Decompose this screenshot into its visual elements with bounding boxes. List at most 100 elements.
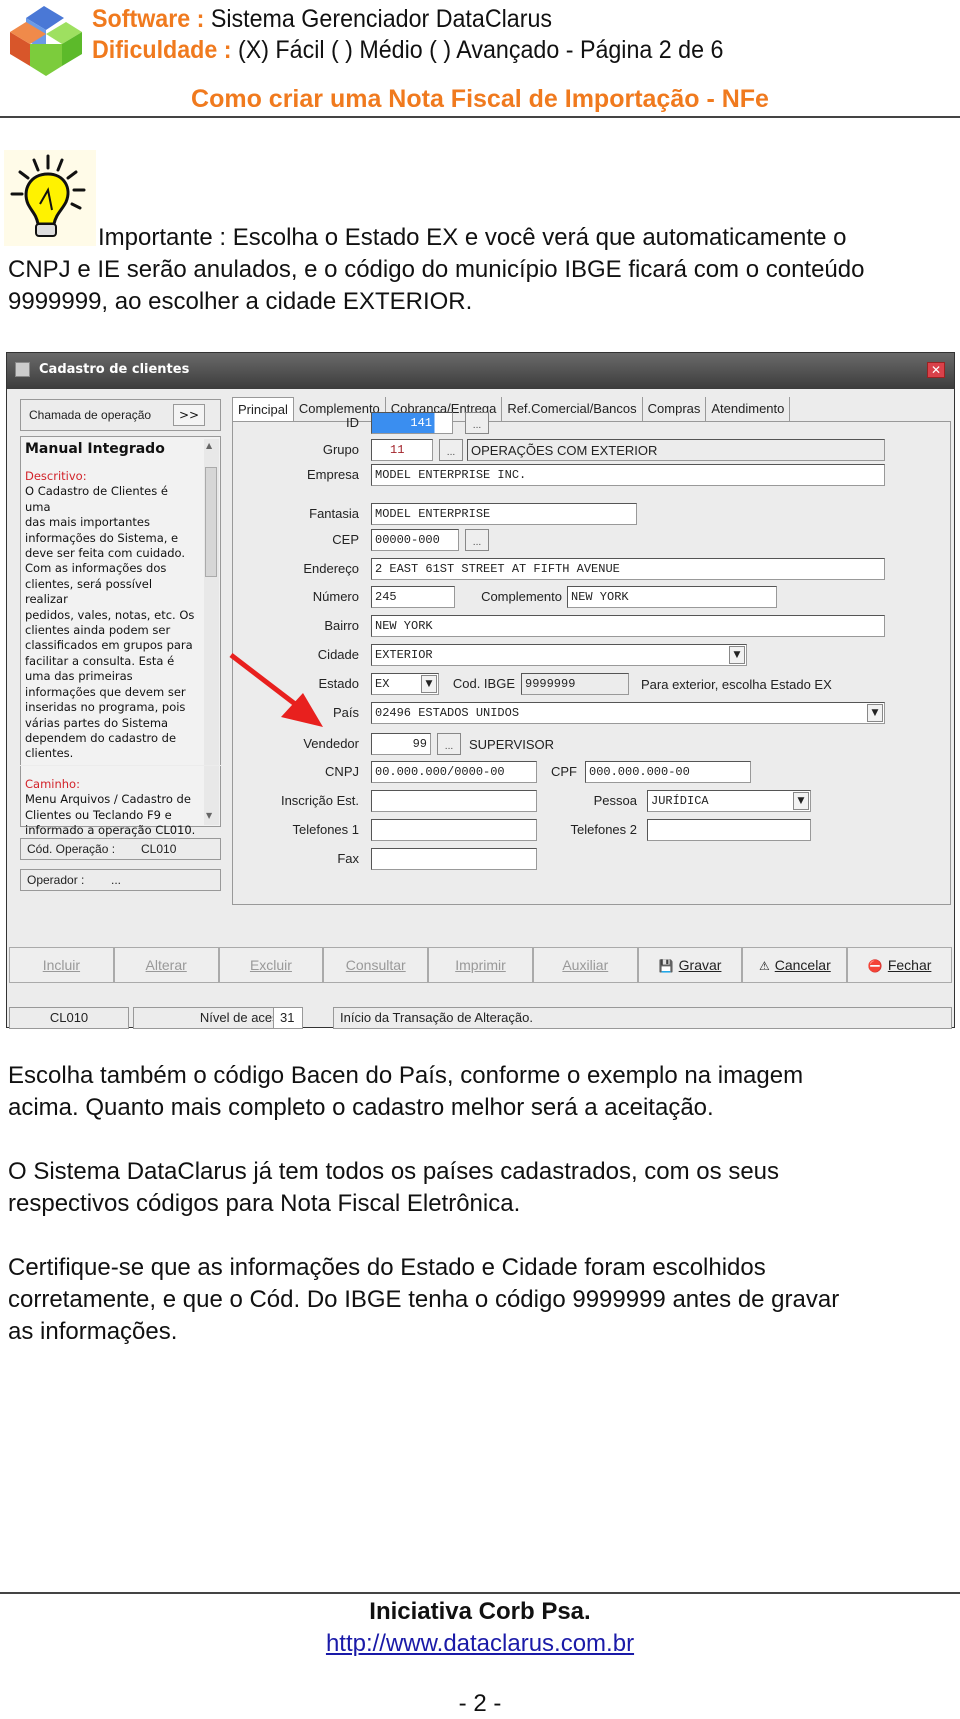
button-label: Consultar	[345, 957, 406, 973]
descritivo-line: várias partes do Sistema	[25, 715, 169, 730]
descritivo-label: Descritivo:	[25, 469, 87, 483]
cnpj-field[interactable]: 00.000.000/0000-00	[371, 761, 537, 783]
estado-dropdown-icon[interactable]: ▼	[421, 675, 437, 693]
cod-operacao-value: CL010	[141, 842, 177, 856]
button-alterar[interactable]: Alterar	[113, 947, 219, 983]
cep-field[interactable]: 00000-000	[371, 529, 459, 551]
button-label: Cancelar	[774, 957, 831, 973]
difficulty-value: (X) Fácil ( ) Médio ( ) Avançado - Págin…	[237, 36, 724, 64]
scroll-thumb[interactable]	[205, 467, 217, 577]
button-fechar[interactable]: ⛔ Fechar	[847, 947, 953, 983]
window-titlebar: Cadastro de clientes ✕	[7, 353, 954, 389]
descritivo-text: O Cadastro de Clientes é uma das mais imp…	[25, 484, 197, 761]
bairro-field[interactable]: NEW YORK	[371, 615, 885, 637]
descritivo-line: pedidos, vales, notas, etc. Os	[25, 607, 195, 622]
scroll-up-icon[interactable]: ▲	[206, 441, 212, 450]
caminho-line: informado a operação CL010.	[25, 822, 196, 837]
id-label: ID	[346, 415, 359, 430]
button-gravar[interactable]: 💾 Gravar	[637, 947, 743, 983]
paragraph-line: Certifique-se que as informações do Esta…	[8, 1254, 766, 1281]
button-incluir[interactable]: Incluir	[9, 947, 114, 983]
manual-integrado-panel: Manual Integrado Descritivo: O Cadastro …	[20, 436, 221, 837]
tab-ref-comercial-bancos[interactable]: Ref.Comercial/Bancos	[502, 397, 643, 421]
descritivo-line: informações que devem ser	[25, 684, 186, 699]
endereco-field[interactable]: 2 EAST 61ST STREET AT FIFTH AVENUE	[371, 558, 885, 580]
tab-atendimento[interactable]: Atendimento	[706, 397, 791, 421]
page-subtitle: Como criar uma Nota Fiscal de Importação…	[191, 85, 769, 113]
scroll-down-icon[interactable]: ▼	[206, 811, 212, 820]
button-label: Alterar	[145, 957, 187, 973]
id-field[interactable]: 141	[371, 412, 453, 434]
caminho-line: Clientes ou Teclando F9 e	[25, 807, 172, 822]
fax-field[interactable]	[371, 848, 537, 870]
chamada-operacao-button[interactable]: >>	[173, 404, 205, 426]
paragraph-line: Escolha também o código Bacen do País, c…	[8, 1062, 804, 1089]
cadastro-clientes-window: Cadastro de clientes ✕ Chamada de operaç…	[6, 352, 955, 1029]
tab-compras[interactable]: Compras	[643, 397, 707, 421]
descritivo-line: inseridas no programa, pois	[25, 700, 186, 715]
footer-title: Iniciativa Corb Psa.	[369, 1598, 591, 1625]
button-auxiliar[interactable]: Auxiliar	[532, 947, 638, 983]
tip-line: Importante : Escolha o Estado EX e você …	[98, 224, 847, 251]
grupo-description: OPERAÇÕES COM EXTERIOR	[467, 439, 885, 461]
descritivo-line: clientes.	[25, 746, 74, 761]
tip-line: CNPJ e IE serão anulados, e o código do …	[8, 256, 865, 283]
vendedor-field[interactable]: 99	[371, 733, 431, 755]
manual-title: Manual Integrado	[25, 441, 165, 457]
cidade-dropdown-icon[interactable]: ▼	[729, 646, 745, 664]
software-line: Software : Sistema Gerenciador DataClaru…	[92, 4, 552, 34]
pais-dropdown-icon[interactable]: ▼	[867, 704, 883, 722]
complemento-label: Complemento	[481, 589, 562, 604]
grupo-field[interactable]: 11	[371, 439, 433, 461]
button-excluir[interactable]: Excluir	[218, 947, 324, 983]
button-label: Imprimir	[455, 957, 506, 973]
button-cancelar[interactable]: ⚠ Cancelar	[742, 947, 848, 983]
pessoa-dropdown-icon[interactable]: ▼	[793, 792, 809, 810]
manual-body: Descritivo: O Cadastro de Clientes é uma…	[25, 469, 197, 838]
chamada-operacao-label: Chamada de operação	[29, 408, 152, 422]
telefone1-field[interactable]	[371, 819, 537, 841]
paragraph-line: acima. Quanto mais completo o cadastro m…	[8, 1094, 714, 1121]
help-scrollbar[interactable]: ▲ ▼	[204, 439, 219, 825]
pessoa-label: Pessoa	[593, 793, 637, 808]
vendedor-lookup-button[interactable]: ...	[437, 733, 461, 755]
pessoa-select[interactable]: JURÍDICA	[647, 790, 811, 812]
cpf-field[interactable]: 000.000.000-00	[585, 761, 751, 783]
bairro-label: Bairro	[324, 618, 359, 633]
button-consultar[interactable]: Consultar	[323, 947, 429, 983]
tip-text: Importante : Escolha o Estado EX e você …	[8, 222, 953, 318]
button-imprimir[interactable]: Imprimir	[428, 947, 533, 983]
cidade-select[interactable]: EXTERIOR	[371, 644, 747, 666]
header-divider	[0, 116, 960, 118]
paragraph-line: respectivos códigos para Nota Fiscal Ele…	[8, 1190, 521, 1217]
ibge-label: Cod. IBGE	[452, 676, 515, 691]
fantasia-field[interactable]: MODEL ENTERPRISE	[371, 503, 637, 525]
footer-link[interactable]: http://www.dataclarus.com.br	[0, 1630, 960, 1658]
caminho-line: Menu Arquivos / Cadastro de	[25, 792, 191, 807]
descritivo-line: O Cadastro de Clientes é uma	[25, 484, 168, 514]
complemento-field[interactable]: NEW YORK	[567, 586, 777, 608]
save-icon: 💾	[658, 959, 674, 973]
vendedor-description: SUPERVISOR	[469, 737, 555, 752]
telefone2-field[interactable]	[647, 819, 811, 841]
caminho-label: Caminho:	[25, 776, 80, 791]
cep-lookup-button[interactable]: ...	[465, 529, 489, 551]
page-number: - 2 -	[458, 1690, 502, 1717]
window-app-icon	[15, 362, 30, 377]
numero-field[interactable]: 245	[371, 586, 455, 608]
descritivo-line: informações do Sistema, e	[25, 530, 179, 545]
fantasia-label: Fantasia	[309, 506, 359, 521]
paragraph-line: O Sistema DataClarus já tem todos os paí…	[8, 1158, 780, 1185]
empresa-field[interactable]: MODEL ENTERPRISE INC.	[371, 464, 885, 486]
descritivo-line: dependem do cadastro de	[25, 730, 177, 745]
inscricao-estadual-field[interactable]	[371, 790, 537, 812]
paragraph-line: corretamente, e que o Cód. Do IBGE tenha…	[8, 1286, 840, 1313]
chamada-operacao-panel: Chamada de operação >>	[20, 399, 221, 431]
operador-panel: Operador : ...	[20, 869, 221, 891]
endereco-label: Endereço	[303, 561, 359, 576]
pais-select[interactable]: 02496 ESTADOS UNIDOS	[371, 702, 885, 724]
id-lookup-button[interactable]: ...	[465, 412, 489, 434]
descritivo-line: facilitar a consulta. Esta é	[25, 653, 175, 668]
close-icon[interactable]: ✕	[927, 362, 945, 378]
grupo-lookup-button[interactable]: ...	[439, 439, 463, 461]
